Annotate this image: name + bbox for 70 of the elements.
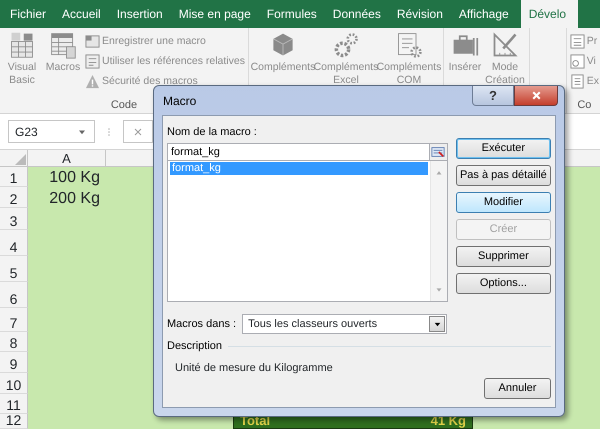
window-icon xyxy=(570,54,585,69)
ribbon-button[interactable]: Utiliser les références relatives xyxy=(85,53,245,70)
row-header[interactable]: 3 xyxy=(0,208,28,230)
dialog-button[interactable]: Modifier xyxy=(456,192,551,213)
ribbon-button[interactable]: Mode Création xyxy=(484,31,526,87)
gears-icon xyxy=(332,31,360,59)
list-icon xyxy=(570,34,585,49)
cancel-icon xyxy=(132,126,144,138)
name-box[interactable]: G23 xyxy=(8,120,95,143)
row-header[interactable]: 1 xyxy=(0,167,28,187)
ribbon-button[interactable]: Ex xyxy=(570,73,599,90)
ribbon-tab[interactable]: Révision xyxy=(388,0,451,28)
ribbon-tab[interactable]: Dévelo xyxy=(520,0,578,28)
ribbon-tab[interactable]: Affichage xyxy=(450,0,517,28)
row-header[interactable]: 4 xyxy=(0,230,28,256)
range-picker-icon xyxy=(431,145,446,159)
ribbon-button[interactable]: Macros xyxy=(42,31,84,74)
close-icon xyxy=(530,89,542,102)
row-header[interactable]: 6 xyxy=(0,282,28,308)
ribbon-button[interactable]: Pr xyxy=(570,33,599,50)
ribbon-tab[interactable]: Données xyxy=(324,0,389,28)
list-item[interactable]: format_kg xyxy=(170,162,428,175)
location-dropdown[interactable]: Tous les classeurs ouverts xyxy=(242,314,447,334)
section-label: Description xyxy=(167,339,222,354)
ribbon-tab[interactable]: Insertion xyxy=(108,0,171,28)
table-cell-text: 200 Kg xyxy=(48,189,101,208)
help-button[interactable]: ? xyxy=(472,86,514,106)
dialog-button[interactable]: Options... xyxy=(456,273,551,294)
ribbon-button[interactable]: Compléments xyxy=(252,31,314,74)
table-cell-text: 100 Kg xyxy=(48,168,101,187)
ribbon-tab[interactable]: Mise en page xyxy=(170,0,259,28)
ribbon-button[interactable]: Enregistrer une macro xyxy=(85,33,245,50)
ribbon-button[interactable]: Vi xyxy=(570,53,599,70)
ribbon-tab[interactable]: Accueil xyxy=(54,0,109,28)
column-header[interactable]: A xyxy=(28,150,106,166)
table-icon xyxy=(85,34,100,49)
dialog-button[interactable]: Pas à pas détaillé xyxy=(456,165,551,186)
warning-icon xyxy=(85,74,100,89)
grid-icon xyxy=(8,31,36,59)
window-title: Macro xyxy=(163,92,196,110)
row-header[interactable]: 8 xyxy=(0,332,28,352)
field-label: Nom de la macro : xyxy=(167,125,258,140)
row-header[interactable]: 12 xyxy=(0,414,28,429)
close-button[interactable] xyxy=(514,86,558,106)
ribbon-button[interactable]: Compléments Excel xyxy=(314,31,377,87)
group-label: Co xyxy=(577,99,592,111)
table-icon xyxy=(49,31,77,59)
ribbon-button[interactable]: Visual Basic xyxy=(3,31,41,87)
name-field[interactable]: format_kg xyxy=(167,143,430,161)
row-header[interactable]: 5 xyxy=(0,256,28,282)
ribbon-button[interactable]: Compléments COM xyxy=(378,31,440,87)
dialog-button[interactable]: Exécuter xyxy=(456,138,551,159)
ribbon-tab[interactable]: Formules xyxy=(258,0,325,28)
row-header[interactable]: 9 xyxy=(0,352,28,373)
collapse-button[interactable] xyxy=(430,143,448,161)
cancel-button[interactable]: Annuler xyxy=(484,378,551,399)
row-header[interactable]: 11 xyxy=(0,394,28,414)
dialog-button[interactable]: Supprimer xyxy=(456,246,551,267)
row-header[interactable]: 7 xyxy=(0,308,28,332)
table-icon xyxy=(85,54,100,69)
ruler-icon xyxy=(490,31,519,59)
row-header[interactable]: 10 xyxy=(0,373,28,394)
field-label: Macros dans : xyxy=(167,317,236,332)
ribbon-button[interactable]: Insérer xyxy=(446,31,483,74)
ribbon-tab[interactable]: Fichier xyxy=(2,0,54,28)
document-icon xyxy=(570,74,585,89)
row-header[interactable]: 2 xyxy=(0,187,28,208)
group-label: Code xyxy=(110,99,138,111)
scrollbar[interactable] xyxy=(430,161,447,301)
description-text: Unité de mesure du Kilogramme xyxy=(175,361,333,376)
